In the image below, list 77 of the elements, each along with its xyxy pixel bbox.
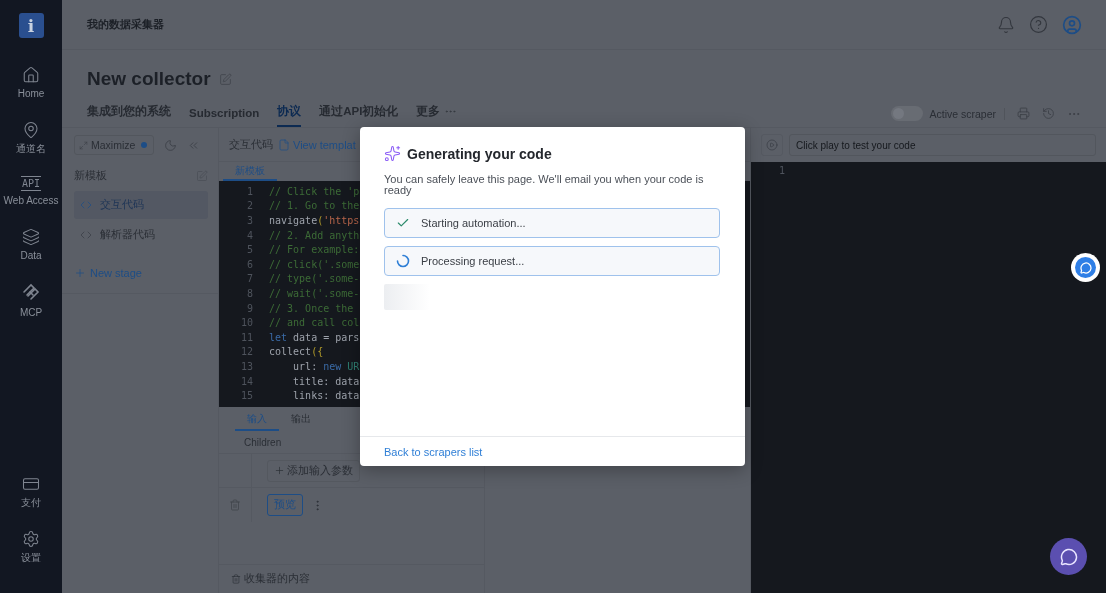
line-number: 8: [245, 287, 254, 299]
progress-step: Starting automation...: [384, 208, 720, 238]
test-input-field[interactable]: Click play to test your code: [789, 134, 1096, 156]
trash-icon[interactable]: [229, 499, 241, 511]
tab[interactable]: 协议: [277, 104, 302, 127]
sparkle-icon: [384, 145, 401, 162]
plus-icon: [74, 267, 86, 279]
page-title: New collector: [87, 68, 211, 90]
sidebar-item[interactable]: Web Access: [3, 196, 59, 206]
line-number: 10: [239, 317, 254, 329]
play-button[interactable]: [761, 134, 783, 156]
progress-step: Processing request...: [384, 246, 720, 276]
line-number: 11: [239, 331, 254, 343]
printer-icon[interactable]: [1017, 107, 1030, 120]
line-number: 12: [239, 346, 254, 358]
line-number: 2: [245, 200, 254, 212]
code-line: // Click the 'p: [269, 185, 360, 197]
code-line: // wait('.some-: [269, 287, 360, 299]
sidebar-item[interactable]: Home: [3, 89, 59, 99]
code-line: // type('.some-: [269, 273, 360, 285]
file-icon: [278, 138, 290, 151]
trash-icon: [231, 574, 241, 584]
chat-icon: [1079, 261, 1092, 274]
code-line: // 3. Once the: [269, 302, 354, 314]
code-line: navigate('https: [269, 215, 360, 226]
line-number: 1: [245, 185, 254, 197]
mcp-icon: [21, 283, 41, 303]
line-number: 1: [777, 164, 786, 176]
line-number: 13: [239, 360, 254, 372]
location-pin-icon: [22, 121, 40, 139]
line-number: 9: [245, 302, 254, 314]
status-dot: [141, 142, 148, 148]
sidebar-item[interactable]: Data: [3, 251, 59, 261]
new-stage-button[interactable]: New stage: [74, 267, 142, 279]
code-icon: [80, 229, 92, 241]
code-line: let data = pars: [269, 331, 360, 343]
line-number: 14: [239, 375, 254, 387]
sidebar-item[interactable]: 通道名: [3, 144, 59, 154]
history-icon[interactable]: [1042, 107, 1055, 120]
code-line: // click('.some: [269, 258, 360, 270]
layers-icon: [22, 228, 40, 246]
modal-description: You can safely leave this page. We'll email you when your code is ready: [384, 174, 705, 196]
line-number: 4: [245, 229, 254, 241]
expand-icon: [79, 140, 88, 150]
sidebar-item[interactable]: 支付: [3, 498, 59, 508]
code-line: // For example:: [269, 244, 360, 256]
toggle-switch[interactable]: [891, 106, 924, 121]
preview-button[interactable]: 预览: [267, 494, 303, 516]
play-icon: [766, 139, 778, 151]
card-icon: [22, 475, 40, 493]
notification-bell-icon[interactable]: [997, 15, 1015, 34]
line-number: 15: [239, 390, 254, 402]
home-icon: [22, 66, 40, 84]
app-logo[interactable]: i: [18, 13, 44, 38]
sidebar-item[interactable]: 设置: [3, 553, 59, 563]
code-line: url: new UR: [292, 360, 360, 372]
sidebar-item[interactable]: MCP: [3, 308, 59, 318]
avatar-icon[interactable]: [1062, 14, 1082, 35]
line-number: 7: [245, 273, 254, 285]
code-line: // 2. Add anyth: [269, 229, 360, 241]
code-line: links: data: [292, 390, 360, 402]
code-line: // and call col: [269, 317, 360, 329]
settings-icon: [22, 530, 40, 548]
code-icon: [80, 199, 92, 211]
chat-icon: [1059, 547, 1078, 566]
plus-icon: [274, 465, 285, 476]
code-line: title: data: [292, 375, 360, 387]
app-title: 我的数据采集器: [87, 17, 165, 32]
code-line: collect({: [269, 346, 324, 358]
modal-title: Generating your code: [407, 145, 552, 162]
code-line: // 1. Go to the: [269, 200, 360, 212]
line-number: 6: [245, 258, 254, 270]
moon-icon[interactable]: [164, 138, 178, 152]
line-number: 3: [245, 215, 254, 226]
view-template-link[interactable]: View templat: [278, 138, 356, 151]
help-icon[interactable]: [1029, 15, 1048, 34]
line-number: 5: [245, 244, 254, 256]
